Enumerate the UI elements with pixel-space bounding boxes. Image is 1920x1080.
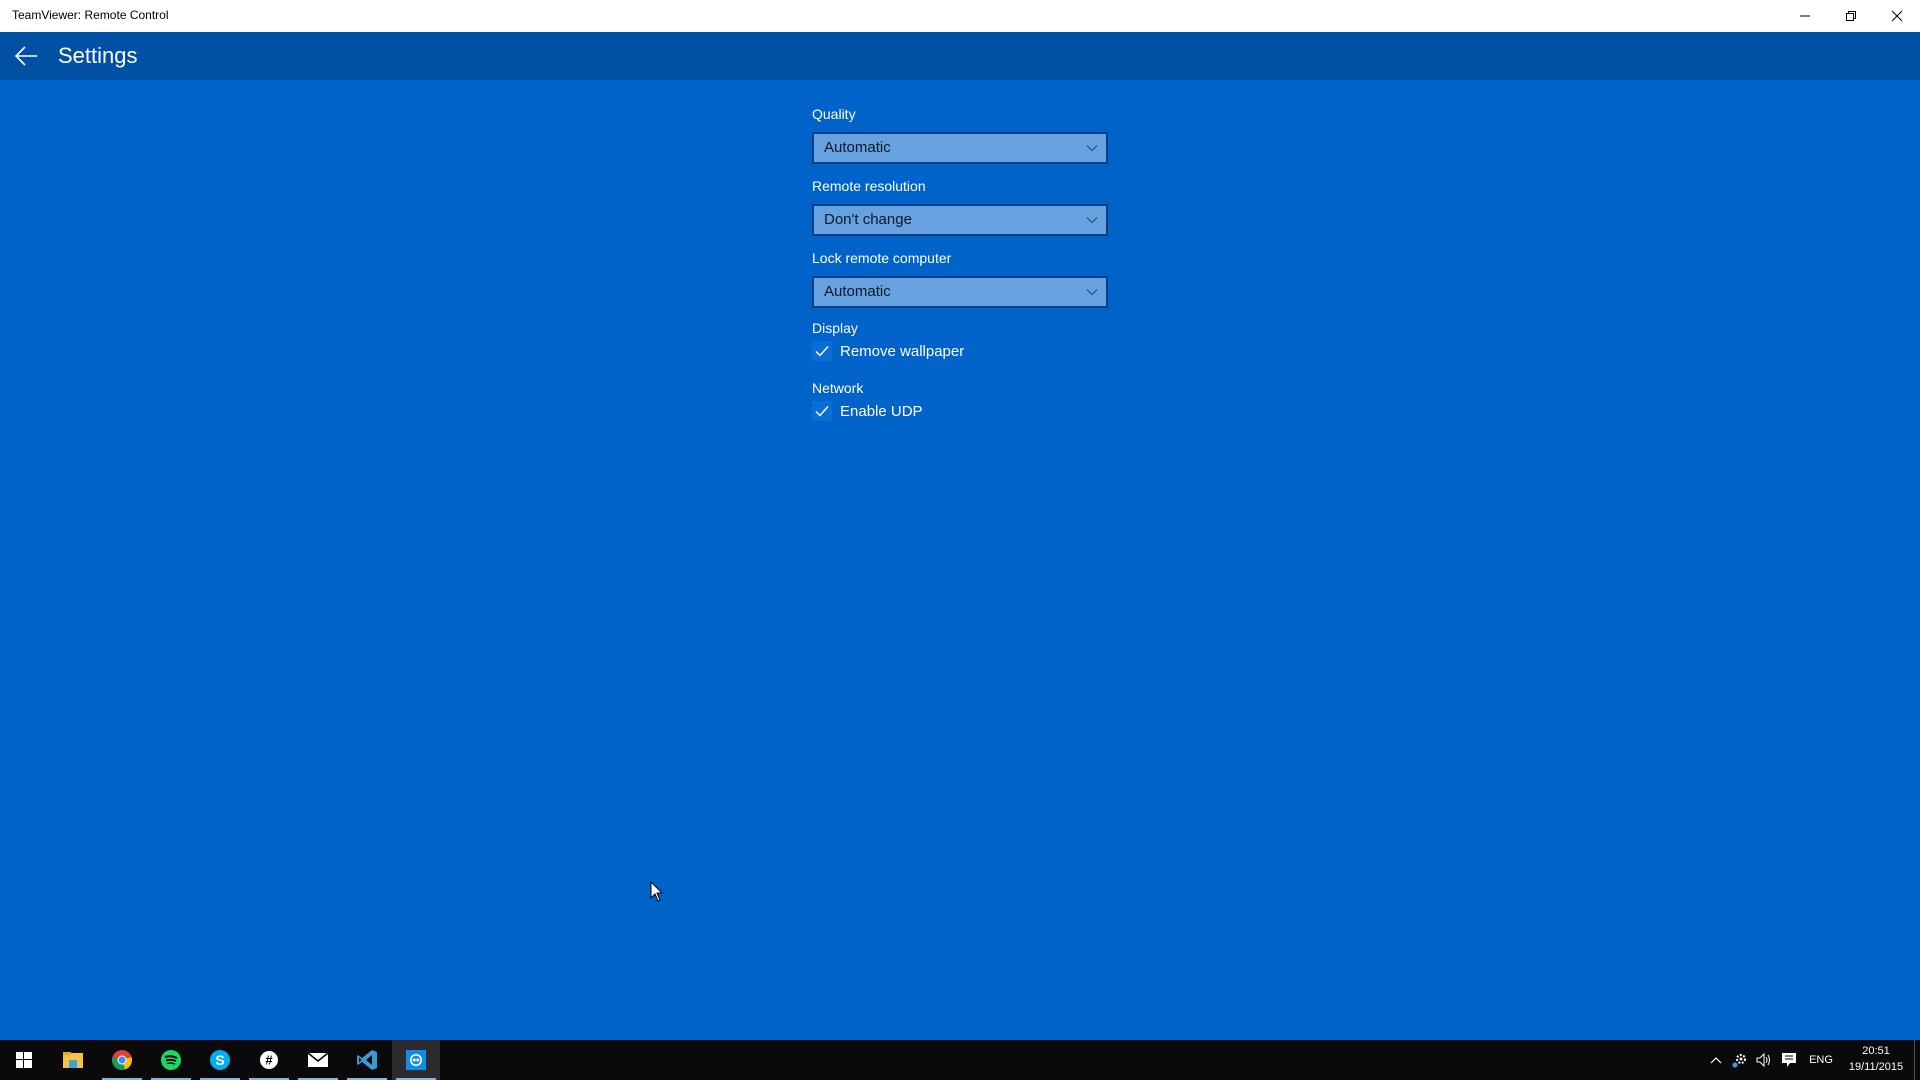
lock-remote-computer-dropdown[interactable]: Automatic [812, 276, 1108, 308]
checkbox-box[interactable] [812, 401, 832, 421]
window-titlebar: TeamViewer: Remote Control [0, 0, 1920, 32]
windows-logo-icon [16, 1052, 32, 1068]
minimize-button[interactable] [1782, 0, 1828, 32]
start-button[interactable] [0, 1040, 48, 1080]
app-header: Settings [0, 32, 1920, 80]
checkmark-icon [815, 346, 829, 357]
remove-wallpaper-label: Remove wallpaper [840, 342, 965, 360]
chrome-icon [112, 1050, 132, 1070]
restore-icon [1846, 11, 1856, 21]
mail-icon [307, 1052, 329, 1067]
network-section-label: Network [812, 380, 864, 396]
window-title: TeamViewer: Remote Control [12, 8, 169, 22]
enable-udp-checkbox[interactable]: Enable UDP [812, 398, 1108, 424]
volume-icon [1756, 1053, 1770, 1067]
action-center-button[interactable] [1776, 1040, 1802, 1080]
taskbar: S # ENG 20:51 19/11/2015 [0, 1040, 1920, 1080]
clock-time: 20:51 [1862, 1045, 1890, 1057]
enable-udp-label: Enable UDP [840, 402, 923, 420]
vscode-icon [357, 1050, 377, 1070]
close-icon [1891, 10, 1903, 22]
slack-icon: # [260, 1051, 278, 1069]
remote-resolution-value: Don't change [824, 211, 912, 228]
lock-remote-computer-value: Automatic [824, 283, 891, 300]
chevron-down-icon [1086, 289, 1098, 296]
clock[interactable]: 20:51 19/11/2015 [1840, 1043, 1912, 1075]
spotify-icon [161, 1050, 181, 1070]
input-language: ENG [1809, 1054, 1833, 1066]
page-title: Settings [58, 43, 138, 68]
checkbox-box[interactable] [812, 341, 832, 361]
taskbar-app-skype[interactable]: S [196, 1040, 244, 1080]
svg-text:#: # [265, 1053, 273, 1068]
chevron-down-icon [1086, 217, 1098, 224]
quality-dropdown[interactable]: Automatic [812, 132, 1108, 164]
taskbar-app-slack[interactable]: # [245, 1040, 293, 1080]
action-center-icon [1782, 1053, 1796, 1067]
back-button[interactable] [6, 36, 46, 76]
remote-resolution-label: Remote resolution [812, 178, 926, 194]
arrow-left-icon [14, 46, 37, 66]
quality-value: Automatic [824, 139, 891, 156]
input-language-button[interactable]: ENG [1804, 1040, 1838, 1080]
taskbar-app-teamviewer[interactable] [392, 1040, 440, 1080]
taskbar-app-mail[interactable] [294, 1040, 342, 1080]
quality-label: Quality [812, 106, 856, 122]
chevron-down-icon [1086, 145, 1098, 152]
taskbar-app-chrome[interactable] [98, 1040, 146, 1080]
checkmark-icon [815, 406, 829, 417]
show-hidden-icons-button[interactable] [1704, 1040, 1728, 1080]
show-desktop-button[interactable] [1914, 1040, 1920, 1080]
remove-wallpaper-checkbox[interactable]: Remove wallpaper [812, 338, 1108, 364]
teamviewer-icon [406, 1050, 426, 1070]
mouse-cursor-icon [650, 881, 664, 902]
network-tray-button[interactable] [1728, 1040, 1752, 1080]
taskbar-app-vscode[interactable] [343, 1040, 391, 1080]
svg-text:S: S [215, 1052, 224, 1068]
remote-resolution-dropdown[interactable]: Don't change [812, 204, 1108, 236]
skype-icon: S [210, 1050, 230, 1070]
display-section-label: Display [812, 320, 858, 336]
minimize-icon [1800, 15, 1810, 17]
volume-tray-button[interactable] [1752, 1040, 1776, 1080]
close-button[interactable] [1874, 0, 1920, 32]
lock-remote-computer-label: Lock remote computer [812, 250, 952, 266]
taskbar-app-file-explorer[interactable] [49, 1040, 97, 1080]
settings-panel: Quality Automatic Remote resolution Don'… [812, 104, 1108, 424]
taskbar-app-spotify[interactable] [147, 1040, 195, 1080]
restore-button[interactable] [1828, 0, 1874, 32]
folder-icon [63, 1052, 83, 1068]
clock-date: 19/11/2015 [1848, 1061, 1904, 1073]
network-icon [1732, 1054, 1746, 1068]
chevron-up-icon [1710, 1057, 1722, 1064]
